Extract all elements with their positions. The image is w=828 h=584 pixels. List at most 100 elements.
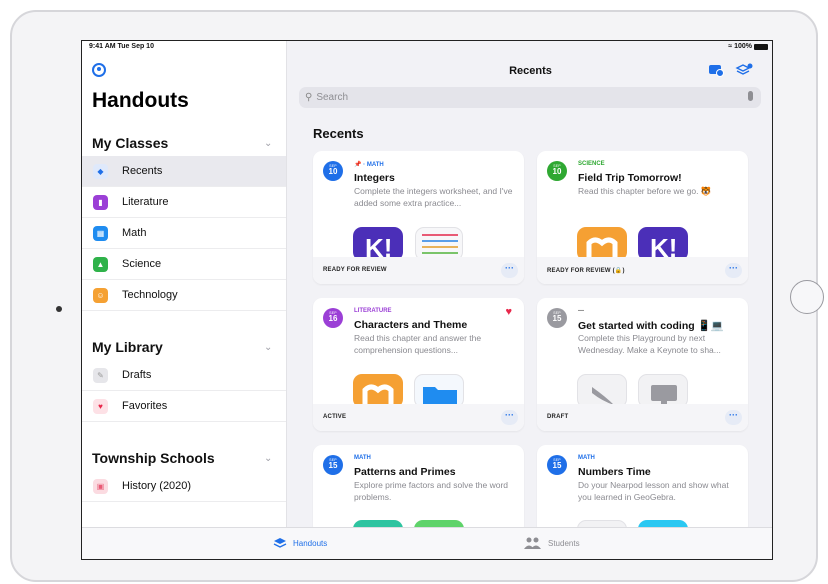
books-app-icon [353,374,403,408]
kahoot-app-icon: K! [353,227,403,263]
card-description: Explore prime factors and solve the word… [354,480,509,502]
date-badge: SEP 10 [323,161,343,181]
face-icon: ☺ [93,287,108,303]
sidebar-item-label: Recents [122,165,163,177]
sidebar-item-literature[interactable]: ▮ Literature [82,187,286,218]
more-button[interactable]: ··· [725,410,742,425]
status-badge: DRAFT [547,414,569,420]
tab-handouts[interactable]: Handouts [273,537,327,549]
sidebar-item-history[interactable]: ▣ History (2020) [82,471,286,502]
handout-card[interactable]: SEP 15 MATH Patterns and Primes Explore p… [313,445,524,535]
more-button[interactable]: ··· [501,263,518,278]
account-icon[interactable] [92,63,106,77]
add-handout-icon[interactable] [708,63,724,77]
swift-playgrounds-icon [577,374,627,408]
card-title: Patterns and Primes [354,466,456,478]
more-button[interactable]: ··· [725,263,742,278]
layers-icon [273,537,287,549]
camera [56,306,62,312]
files-app-icon [414,374,464,409]
card-description: Do your Nearpod lesson and show what you… [578,480,729,502]
book-icon: ▮ [93,194,108,210]
section-township-schools[interactable]: Township Schools [92,450,215,466]
heart-icon: ♥ [93,398,108,414]
home-button[interactable] [790,280,824,314]
handout-card[interactable]: SEP 10 SCIENCE Field Trip Tomorrow! Read … [537,151,748,284]
pin-icon: 📌 [354,162,362,168]
sidebar-item-technology[interactable]: ☺ Technology [82,280,286,311]
card-title: Get started with coding 📱💻 [578,320,724,332]
status-badge: READY FOR REVIEW (🔒) [547,268,625,274]
section-my-library[interactable]: My Library [92,339,163,355]
card-subject: SCIENCE [578,161,605,167]
handout-card[interactable]: SEP 15 MATH Numbers Time Do your Nearpod … [537,445,748,535]
sidebar-item-label: Math [122,227,147,239]
date-badge: SEP 15 [323,455,343,475]
status-bar: 9:41 AM Tue Sep 10 ≈ 100% [82,41,772,53]
handout-card[interactable]: SEP 15 — Get started with coding 📱💻 Compl… [537,298,748,431]
status-time: 9:41 AM Tue Sep 10 [89,43,154,50]
date-badge: SEP 16 [323,308,343,328]
sidebar-item-label: Technology [122,289,178,301]
card-subject: LITERATURE [354,308,392,314]
flask-icon: ▲ [93,256,108,272]
nav-title: Recents [509,65,552,77]
date-badge: SEP 15 [547,455,567,475]
card-title: Characters and Theme [354,319,468,331]
handout-card[interactable]: SEP 16 LITERATURE ♥ Characters and Theme … [313,298,524,431]
sidebar-item-science[interactable]: ▲ Science [82,249,286,280]
sidebar-item-recents[interactable]: ◆ Recents [82,156,286,187]
chevron-down-icon[interactable]: ⌄ [264,342,272,353]
books-app-icon [577,227,627,261]
card-title: Field Trip Tomorrow! [578,172,682,184]
card-subject: 📌 · MATH [354,162,384,168]
sidebar-item-label: Science [122,258,162,270]
sidebar-item-label: History (2020) [122,480,192,492]
search-icon: ⚲ [305,92,313,103]
more-button[interactable]: ··· [501,410,518,425]
date-badge: SEP 10 [547,161,567,181]
chevron-down-icon[interactable]: ⌄ [264,138,272,149]
sidebar-item-drafts[interactable]: ✎ Drafts [82,360,286,391]
handout-card[interactable]: SEP 10 📌 · MATH Integers Complete the int… [313,151,524,284]
wifi-icon: ≈ [728,43,733,50]
calculator-icon: ▦ [93,225,108,241]
screen: Handouts My Classes ⌄ ◆ Recents ▮ Litera… [81,40,773,560]
card-description: Complete this Playground by next Wednesd… [578,333,721,355]
recents-icon: ◆ [93,163,108,179]
layers-icon[interactable] [735,63,753,77]
tab-bar: Handouts Students [82,527,772,559]
search-bar[interactable]: ⚲ Search [299,87,761,108]
status-badge: ACTIVE [323,414,347,420]
edit-icon: ✎ [93,367,108,383]
chevron-down-icon[interactable]: ⌄ [264,453,272,464]
sidebar-item-favorites[interactable]: ♥ Favorites [82,391,286,422]
battery-icon [754,43,768,50]
worksheet-thumbnail [415,227,463,261]
keynote-app-icon [638,374,688,408]
status-badge: READY FOR REVIEW [323,267,387,273]
building-icon: ▣ [93,478,108,494]
card-description: Read this chapter before we go. 🐯 [578,186,712,196]
main-content: Recents ⚲ Search Recents SEP 10 📌 · MATH … [287,41,772,535]
sidebar: Handouts My Classes ⌄ ◆ Recents ▮ Litera… [82,41,287,527]
card-description: Read this chapter and answer the compreh… [354,333,482,355]
app-title: Handouts [92,89,189,112]
card-description: Complete the integers worksheet, and I'v… [354,186,513,208]
card-subject: MATH [354,455,371,461]
battery-percent: 100% [734,43,752,50]
favorite-heart-icon[interactable]: ♥ [505,306,512,318]
section-my-classes[interactable]: My Classes [92,135,168,151]
people-icon [524,537,542,549]
date-badge: SEP 15 [547,308,567,328]
card-title: Integers [354,172,395,184]
kahoot-app-icon: K! [638,227,688,263]
microphone-icon[interactable] [748,91,753,101]
search-input[interactable]: Search [316,92,348,103]
section-title: Recents [313,126,364,141]
sidebar-item-math[interactable]: ▦ Math [82,218,286,249]
sidebar-item-label: Favorites [122,400,168,412]
tab-label: Handouts [293,538,328,548]
tab-students[interactable]: Students [524,537,580,549]
card-subject: MATH [578,455,595,461]
